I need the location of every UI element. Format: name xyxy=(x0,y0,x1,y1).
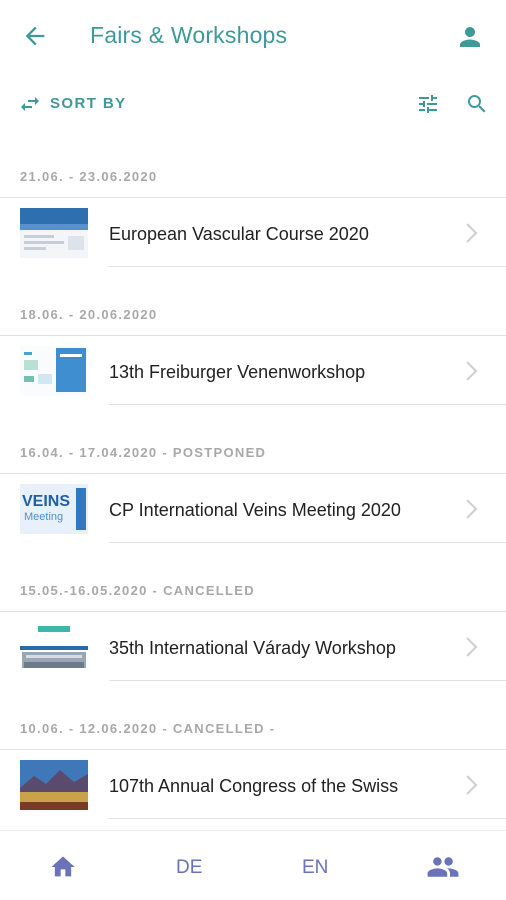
list-item[interactable]: 13th Freiburger Venenworkshop xyxy=(0,336,506,418)
event-title: CP International Veins Meeting 2020 xyxy=(109,500,401,520)
language-en-button[interactable]: EN xyxy=(302,857,328,879)
event-date: 10.06. - 12.06.2020 - CANCELLED - xyxy=(20,721,276,736)
event-thumbnail xyxy=(20,760,88,810)
sliders-icon[interactable] xyxy=(416,92,440,116)
divider xyxy=(109,404,506,405)
people-icon[interactable] xyxy=(425,853,461,881)
chevron-right-icon xyxy=(466,775,478,795)
chevron-right-icon xyxy=(466,499,478,519)
event-date: 18.06. - 20.06.2020 xyxy=(20,307,158,322)
event-title: European Vascular Course 2020 xyxy=(109,224,369,244)
event-title: 107th Annual Congress of the Swiss xyxy=(109,776,399,796)
event-title: 13th Freiburger Venenworkshop xyxy=(109,362,366,382)
section-header: 15.05.-16.05.2020 - CANCELLED xyxy=(0,556,506,612)
list-item[interactable]: European Vascular Course 2020 xyxy=(0,198,506,280)
event-date: 15.05.-16.05.2020 - CANCELLED xyxy=(20,583,255,598)
event-thumbnail xyxy=(20,208,88,258)
thumb-subtext: Meeting xyxy=(24,511,63,523)
home-icon[interactable] xyxy=(48,853,78,881)
section-header: 21.06. - 23.06.2020 xyxy=(0,142,506,198)
divider xyxy=(109,818,506,819)
bottom-nav: DE EN xyxy=(0,830,506,900)
sort-bar: SORT BY xyxy=(0,84,506,124)
chevron-right-icon xyxy=(466,637,478,657)
section-header: 16.04. - 17.04.2020 - POSTPONED xyxy=(0,418,506,474)
event-title: 35th International Várady Workshop xyxy=(109,638,396,658)
sort-by-button[interactable]: SORT BY xyxy=(50,95,126,112)
list-item[interactable]: 107th Annual Congress of the Swiss xyxy=(0,750,506,832)
section-header: 10.06. - 12.06.2020 - CANCELLED - xyxy=(0,694,506,750)
event-thumbnail xyxy=(20,346,88,396)
page-title: Fairs & Workshops xyxy=(90,22,288,48)
divider xyxy=(109,266,506,267)
event-date: 16.04. - 17.04.2020 - POSTPONED xyxy=(20,445,267,460)
event-list: 21.06. - 23.06.2020 European Vascular Co… xyxy=(0,142,506,832)
chevron-right-icon xyxy=(466,223,478,243)
divider xyxy=(109,680,506,681)
arrow-left-icon[interactable] xyxy=(20,22,50,50)
list-item[interactable]: 35th International Várady Workshop xyxy=(0,612,506,694)
chevron-right-icon xyxy=(466,361,478,381)
event-date: 21.06. - 23.06.2020 xyxy=(20,169,158,184)
language-de-button[interactable]: DE xyxy=(176,857,202,879)
search-icon[interactable] xyxy=(465,92,489,116)
thumb-text: VEINS xyxy=(22,493,70,510)
swap-arrows-icon[interactable] xyxy=(18,92,42,116)
list-item[interactable]: VEINS Meeting CP International Veins Mee… xyxy=(0,474,506,556)
divider xyxy=(109,542,506,543)
section-header: 18.06. - 20.06.2020 xyxy=(0,280,506,336)
app-bar: Fairs & Workshops xyxy=(0,0,506,72)
event-thumbnail: VEINS Meeting xyxy=(20,484,88,534)
person-icon[interactable] xyxy=(455,22,485,52)
event-thumbnail xyxy=(20,622,88,672)
